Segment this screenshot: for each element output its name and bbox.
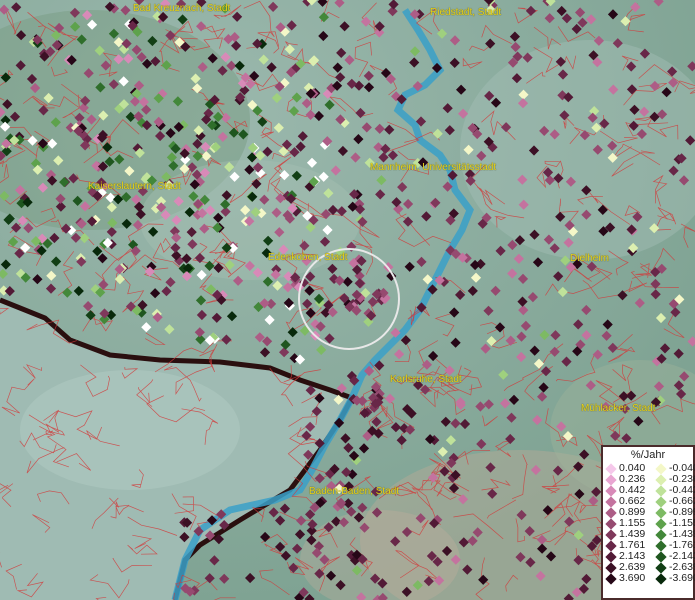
legend-swatch-negative: [655, 462, 667, 475]
legend-value-negative: -3.690: [669, 572, 695, 584]
city-label-edenkoben: Edenkoben, Stadt: [268, 252, 348, 263]
map-canvas[interactable]: Bad Kreuznach, Stadt Riedstadt, Stadt Ma…: [0, 0, 695, 600]
legend-swatch-negative: [655, 484, 667, 497]
city-label-mannheim: Mannheim, Universitätsstadt: [370, 162, 497, 173]
legend-swatch-positive: [605, 528, 617, 541]
city-label-kaiserslautern: Kaiserslautern, Stadt: [88, 181, 181, 192]
legend-swatch-positive: [605, 517, 617, 530]
city-label-riedstadt: Riedstadt, Stadt: [430, 7, 502, 18]
terrain-layer: [0, 0, 695, 600]
legend-swatch-positive: [605, 572, 617, 585]
legend-swatch-positive: [605, 539, 617, 552]
city-label-karlsruhe: Karlsruhe, Stadt: [390, 374, 462, 385]
legend-swatch-positive: [605, 506, 617, 519]
legend-swatch-positive: [605, 561, 617, 574]
city-label-baden-baden: Baden-Baden, Stadt: [309, 486, 400, 497]
legend-swatch-negative: [655, 506, 667, 519]
legend-swatch-negative: [655, 572, 667, 585]
legend-swatch-positive: [605, 473, 617, 486]
legend-swatch-negative: [655, 550, 667, 563]
legend-rows: 0.040-0.0400.236-0.2360.442-0.4420.662-0…: [603, 462, 695, 585]
legend-swatch-negative: [655, 473, 667, 486]
city-label-muehlacker: Mühlacker, Stadt: [581, 403, 656, 414]
legend-swatch-negative: [655, 528, 667, 541]
map-legend: %/Jahr 0.040-0.0400.236-0.2360.442-0.442…: [601, 445, 695, 600]
legend-swatch-positive: [605, 550, 617, 563]
legend-swatch-negative: [655, 561, 667, 574]
legend-swatch-negative: [655, 517, 667, 530]
legend-swatch-positive: [605, 495, 617, 508]
legend-swatch-negative: [655, 495, 667, 508]
legend-value-positive: 3.690: [619, 572, 646, 584]
legend-title: %/Jahr: [630, 449, 666, 461]
legend-swatch-positive: [605, 462, 617, 475]
legend-swatch-positive: [605, 484, 617, 497]
city-label-dielheim: Dielheim: [570, 253, 609, 264]
city-label-bad-kreuznach: Bad Kreuznach, Stadt: [133, 3, 231, 14]
legend-swatch-negative: [655, 539, 667, 552]
legend-row: 3.690 -3.690: [603, 572, 695, 585]
